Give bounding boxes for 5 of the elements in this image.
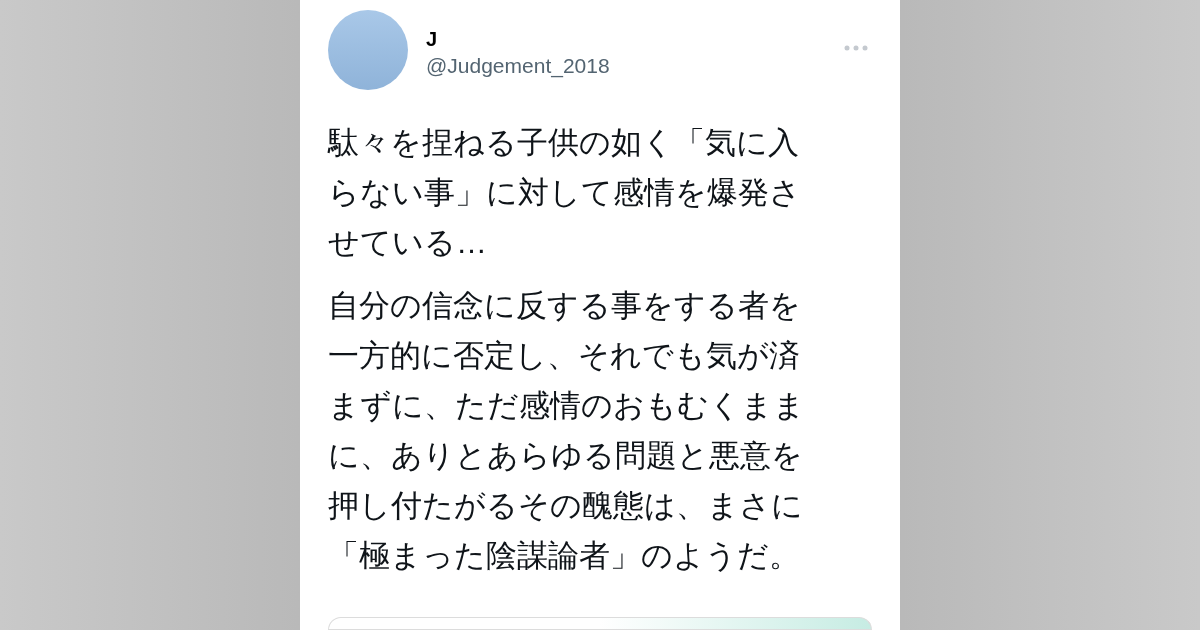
user-name: J	[426, 27, 438, 52]
tweet-text: 自分の信念に反する事をする者を一方的に否定し、それでも気が済まずに、ただ感情のおもむくままに、ありとあらゆる問題と悪意を押し付たがるその醜態は、まさに「極まった陰謀論者」のようだ。	[328, 287, 806, 575]
tweet-text: 駄々を捏ねる子供の如く「気に入らない事」に対して感情を爆発させている…	[328, 124, 802, 262]
more-icon	[844, 45, 868, 51]
user-handle: @Judgement_2018	[426, 53, 610, 80]
